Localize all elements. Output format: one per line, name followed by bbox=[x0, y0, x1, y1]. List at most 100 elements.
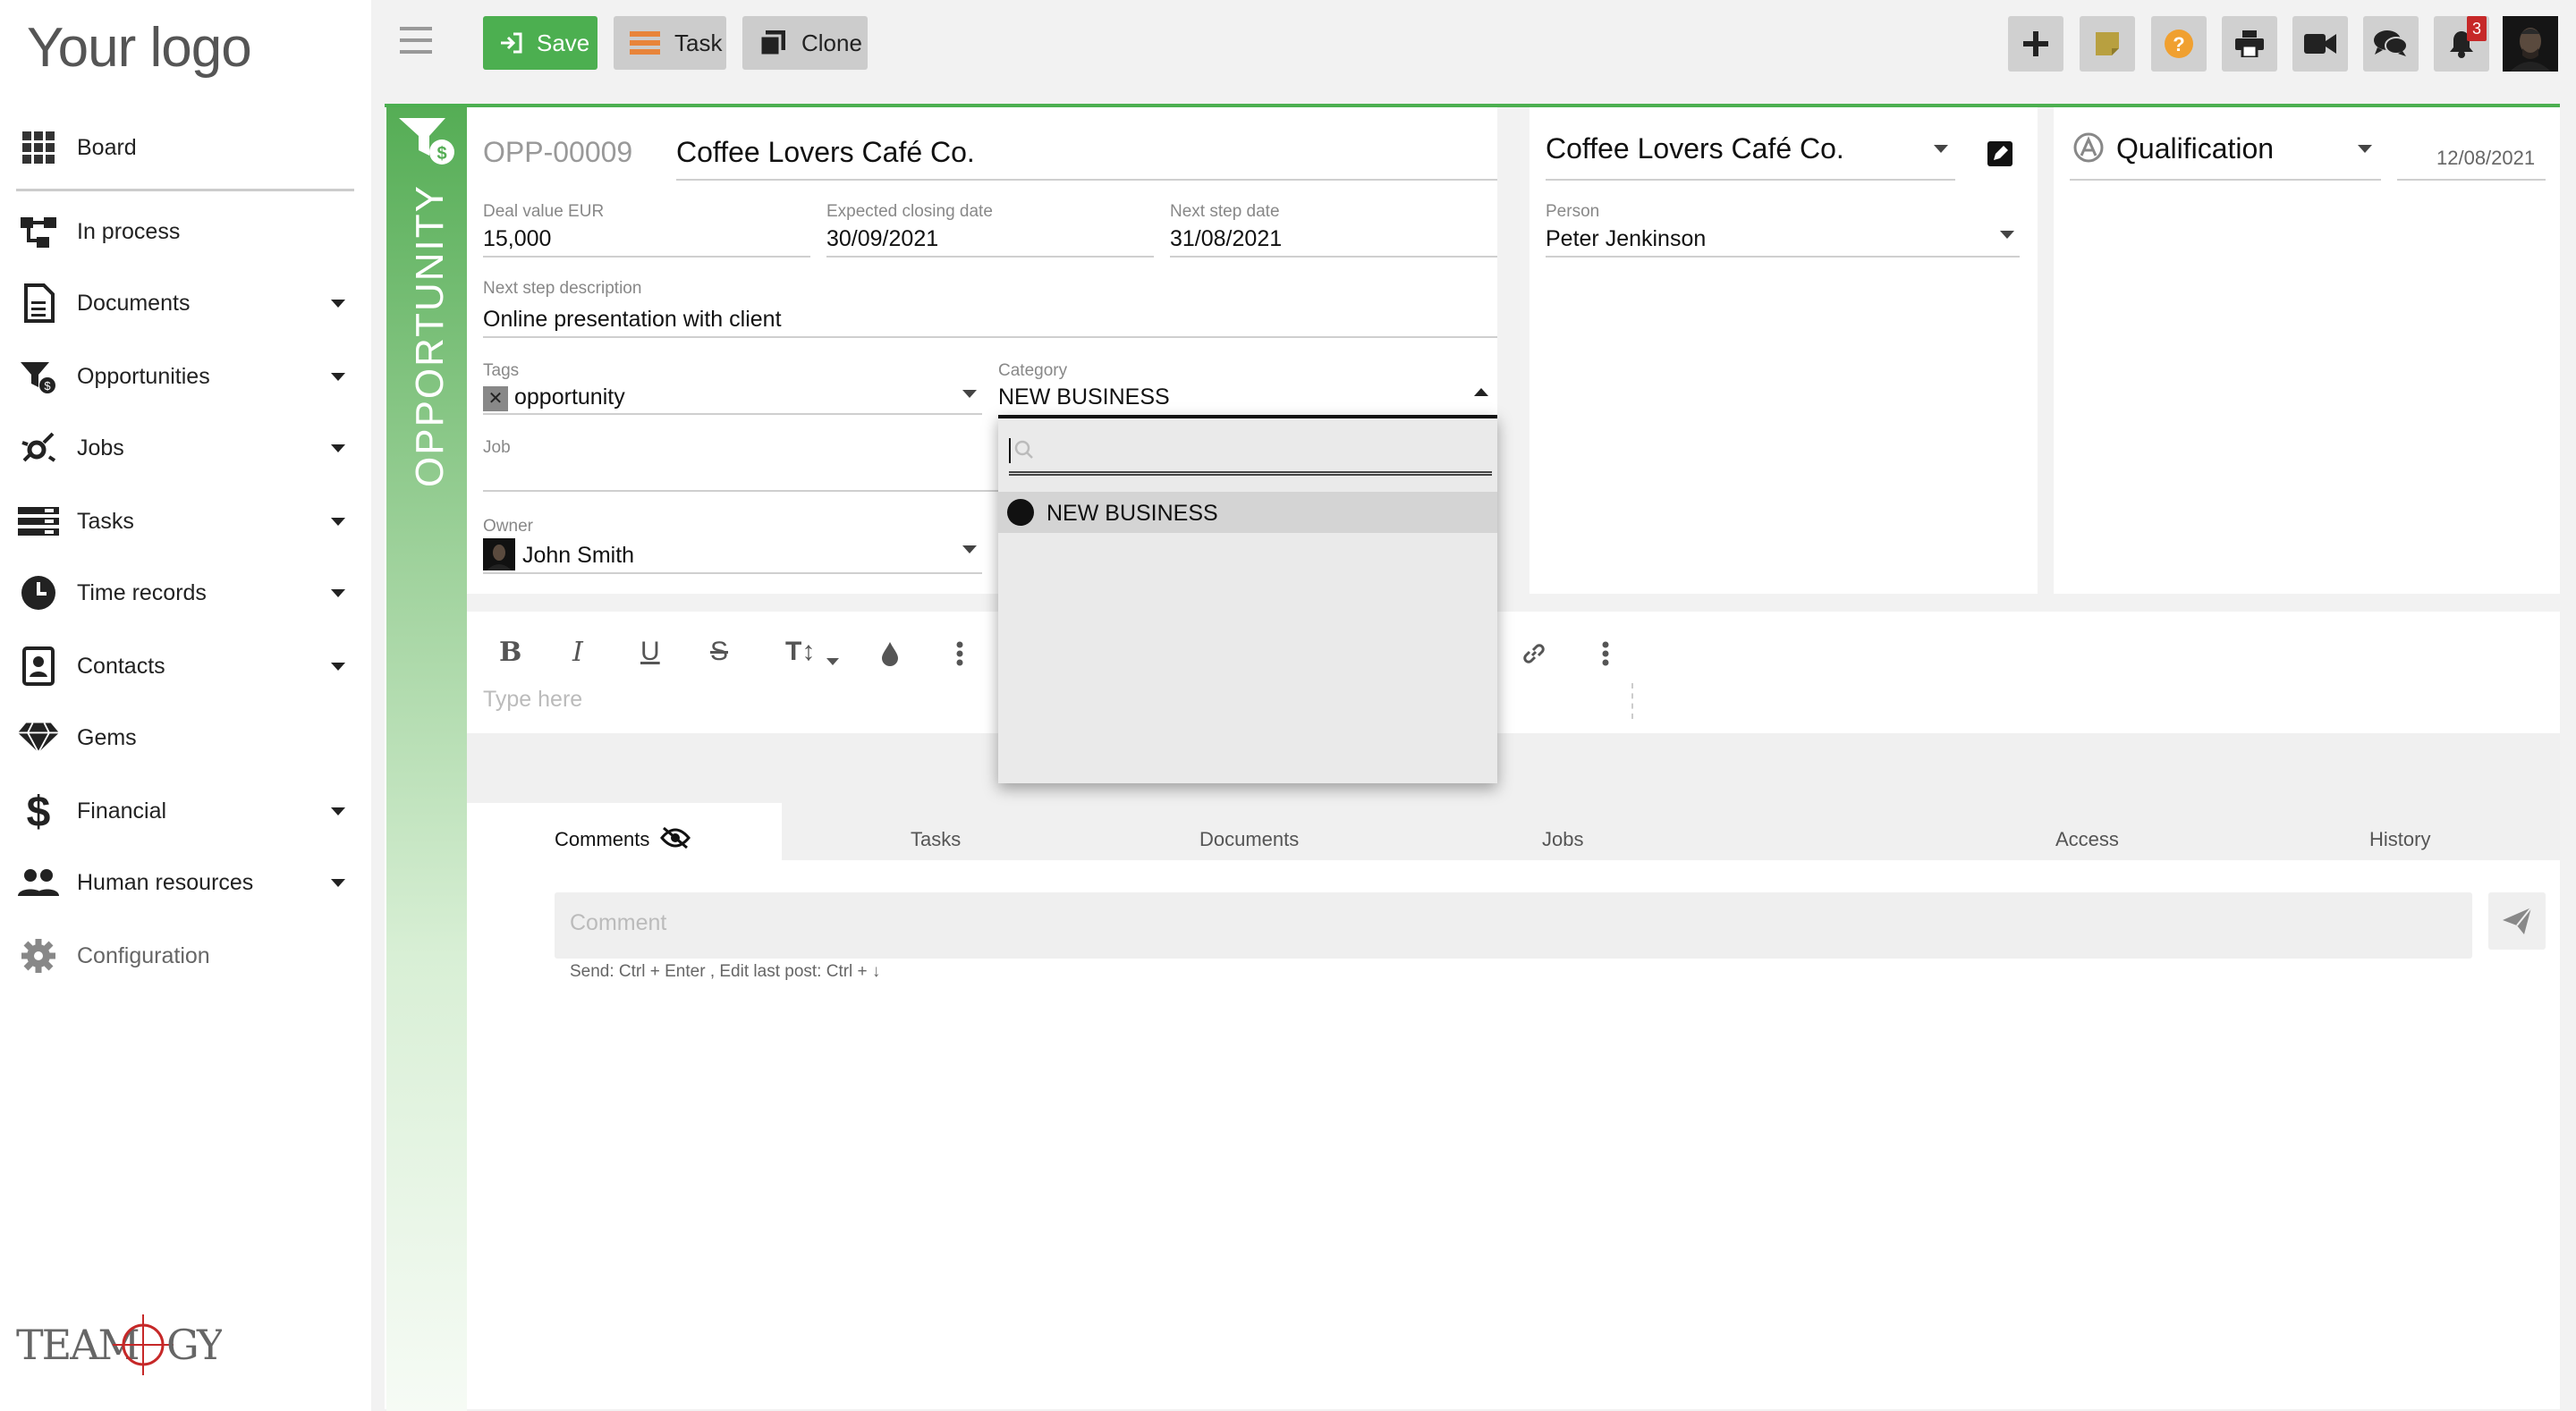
sidebar-item-label: Time records bbox=[77, 579, 207, 605]
person-select[interactable]: Peter Jenkinson bbox=[1546, 226, 1706, 252]
chevron-down-icon[interactable] bbox=[331, 807, 345, 815]
sidebar-item-opportunities[interactable]: $ Opportunities bbox=[0, 350, 358, 403]
task-button[interactable]: Task bbox=[614, 16, 726, 70]
hamburger-menu-icon[interactable] bbox=[400, 27, 432, 54]
chevron-down-icon[interactable] bbox=[331, 444, 345, 452]
print-button[interactable] bbox=[2222, 16, 2277, 72]
tab-jobs[interactable]: Jobs bbox=[1542, 828, 1583, 851]
chevron-down-icon[interactable] bbox=[331, 588, 345, 597]
sidebar-item-board[interactable]: Board bbox=[0, 121, 358, 174]
chevron-down-icon[interactable] bbox=[1934, 145, 1948, 153]
strikethrough-icon[interactable]: S bbox=[710, 637, 728, 667]
sticky-note-button[interactable] bbox=[2080, 16, 2135, 72]
sidebar-item-label: Opportunities bbox=[77, 363, 210, 389]
comment-placeholder: Comment bbox=[570, 910, 667, 935]
text-size-icon[interactable]: T↕ bbox=[785, 637, 815, 667]
sidebar-item-time-records[interactable]: Time records bbox=[0, 566, 358, 620]
tab-documents[interactable]: Documents bbox=[1199, 828, 1299, 851]
chevron-down-icon[interactable] bbox=[962, 545, 977, 553]
save-button[interactable]: Save bbox=[483, 16, 597, 70]
closing-date-label: Expected closing date bbox=[826, 202, 993, 221]
chat-button[interactable] bbox=[2363, 16, 2419, 72]
sidebar-item-configuration[interactable]: Configuration bbox=[0, 929, 358, 983]
teamogy-logo: TEAM GY bbox=[16, 1307, 222, 1379]
video-camera-icon bbox=[2304, 32, 2336, 55]
sidebar-item-contacts[interactable]: Contacts bbox=[0, 639, 358, 693]
next-step-date-field[interactable]: 31/08/2021 bbox=[1170, 226, 1282, 252]
tab-tasks[interactable]: Tasks bbox=[911, 828, 961, 851]
tab-history[interactable]: History bbox=[2369, 828, 2430, 851]
send-button[interactable] bbox=[2488, 892, 2546, 950]
bold-icon[interactable]: B bbox=[499, 637, 521, 668]
clone-button[interactable]: Clone bbox=[742, 16, 868, 70]
add-button[interactable] bbox=[2008, 16, 2063, 72]
deal-value-label: Deal value EUR bbox=[483, 202, 605, 221]
sidebar-item-label: Documents bbox=[77, 290, 191, 316]
divider bbox=[1546, 179, 1955, 181]
sidebar: Your logo Board In process Documents $ O… bbox=[0, 0, 371, 1411]
funnel-dollar-icon: $ bbox=[18, 356, 59, 397]
user-avatar[interactable] bbox=[2503, 16, 2558, 72]
dropdown-search-input[interactable] bbox=[1009, 433, 1492, 476]
task-icon bbox=[630, 31, 660, 55]
more-vertical-icon[interactable] bbox=[1601, 640, 1610, 667]
chevron-up-icon[interactable] bbox=[1474, 388, 1488, 396]
task-label: Task bbox=[674, 29, 723, 56]
divider bbox=[16, 189, 354, 191]
sidebar-item-jobs[interactable]: Jobs bbox=[0, 421, 358, 475]
color-drop-icon[interactable] bbox=[880, 640, 900, 667]
chevron-down-icon[interactable] bbox=[331, 517, 345, 526]
comment-input[interactable] bbox=[555, 892, 2472, 959]
sign-in-icon bbox=[499, 32, 522, 54]
sidebar-item-in-process[interactable]: In process bbox=[0, 205, 358, 258]
remove-tag-icon[interactable]: ✕ bbox=[483, 386, 508, 411]
clock-icon bbox=[18, 572, 59, 613]
sidebar-item-human-resources[interactable]: Human resources bbox=[0, 856, 358, 909]
contacts-icon bbox=[18, 646, 59, 687]
editor-area[interactable]: Type here bbox=[483, 687, 582, 713]
company-select[interactable]: Coffee Lovers Café Co. bbox=[1546, 132, 1844, 165]
deal-value-field[interactable]: 15,000 bbox=[483, 226, 551, 252]
job-field[interactable] bbox=[483, 490, 998, 492]
sidebar-item-documents[interactable]: Documents bbox=[0, 276, 358, 330]
italic-icon[interactable]: I bbox=[572, 637, 583, 668]
video-call-button[interactable] bbox=[2292, 16, 2348, 72]
color-dot-icon bbox=[1007, 499, 1034, 526]
more-vertical-icon[interactable] bbox=[955, 640, 964, 667]
underline-icon[interactable]: U bbox=[640, 637, 660, 667]
edit-icon[interactable] bbox=[1987, 141, 2012, 166]
chevron-down-icon[interactable] bbox=[2358, 145, 2372, 153]
closing-date-field[interactable]: 30/09/2021 bbox=[826, 226, 938, 252]
sidebar-item-label: In process bbox=[77, 218, 181, 244]
next-step-desc-field[interactable]: Online presentation with client bbox=[483, 307, 782, 333]
chevron-down-icon[interactable] bbox=[962, 390, 977, 398]
chevron-down-icon[interactable] bbox=[2000, 231, 2014, 239]
stage-select[interactable]: Qualification bbox=[2116, 132, 2274, 165]
help-button[interactable]: ? bbox=[2151, 16, 2207, 72]
clone-icon bbox=[758, 29, 787, 57]
chevron-down-icon[interactable] bbox=[331, 878, 345, 887]
comment-hint: Send: Ctrl + Enter , Edit last post: Ctr… bbox=[570, 962, 881, 981]
chevron-down-icon[interactable] bbox=[826, 658, 839, 665]
eye-slash-icon[interactable] bbox=[660, 826, 691, 849]
record-name-field[interactable]: Coffee Lovers Café Co. bbox=[676, 136, 975, 169]
gem-icon bbox=[18, 717, 59, 758]
owner-field[interactable]: John Smith bbox=[522, 543, 634, 569]
chevron-down-icon[interactable] bbox=[331, 372, 345, 381]
logo[interactable]: Your logo bbox=[27, 16, 252, 80]
record-type-label: OPPORTUNITY bbox=[408, 183, 452, 487]
panel-gap bbox=[1497, 107, 1530, 594]
text-cursor bbox=[1009, 438, 1011, 463]
sidebar-item-financial[interactable]: $ Financial bbox=[0, 784, 358, 838]
sidebar-item-gems[interactable]: Gems bbox=[0, 711, 358, 765]
tab-access[interactable]: Access bbox=[2055, 828, 2119, 851]
tags-label: Tags bbox=[483, 361, 520, 380]
chevron-down-icon[interactable] bbox=[331, 662, 345, 671]
category-select[interactable]: NEW BUSINESS bbox=[998, 384, 1170, 410]
link-icon[interactable] bbox=[1521, 640, 1547, 667]
next-step-desc-label: Next step description bbox=[483, 279, 642, 298]
sidebar-item-tasks[interactable]: Tasks bbox=[0, 494, 358, 548]
gear-icon bbox=[18, 935, 59, 976]
chevron-down-icon[interactable] bbox=[331, 299, 345, 308]
section-gap bbox=[467, 733, 2560, 803]
